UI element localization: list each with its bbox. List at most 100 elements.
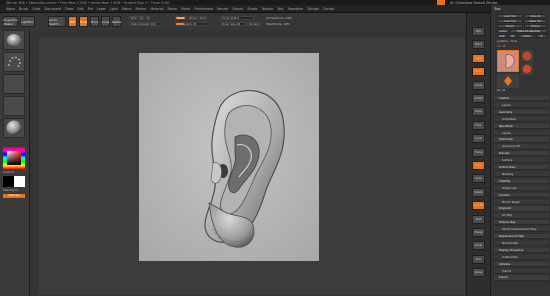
tool-thumb-ear[interactable] <box>497 50 519 72</box>
menu-item-brush[interactable]: Brush <box>19 7 28 11</box>
menu-item-render[interactable]: Render <box>217 7 228 11</box>
tray-menu-deformation[interactable]: Deformation <box>494 165 549 171</box>
tray-title[interactable]: Tool <box>494 7 501 11</box>
tray-menu-initialize[interactable]: Initialize <box>494 261 549 267</box>
save-as-button[interactable]: Save As <box>524 14 547 18</box>
lightbox-button[interactable]: LightBox <box>20 16 35 27</box>
menu-item-layer[interactable]: Layer <box>97 7 106 11</box>
menu-item-picker[interactable]: Picker <box>181 7 191 11</box>
tray-menu-geometry[interactable]: Geometry <box>494 109 549 116</box>
tool-thumb-sphere[interactable] <box>521 50 533 62</box>
right-tool-xpose[interactable]: Xpose <box>472 268 485 278</box>
tray-menu-geometry-hd[interactable]: Geometry HD <box>494 144 549 150</box>
paste-tool-button[interactable]: Paste Tool <box>524 19 547 23</box>
right-tool-zoom[interactable]: Zoom <box>472 67 485 77</box>
right-tool-transp[interactable]: Transp <box>472 228 485 237</box>
lightbox-tools-label[interactable]: Lightbox › Tools <box>497 40 517 43</box>
right-tool-rotate[interactable]: Rotate <box>472 187 485 197</box>
menu-item-preferences[interactable]: Preferences <box>194 7 213 11</box>
menu-item-movie[interactable]: Movie <box>167 7 176 11</box>
tool-thumb-simplebrush[interactable] <box>521 63 533 75</box>
m-toggle[interactable]: M <box>145 16 150 20</box>
switch-color-label[interactable]: SwitchColor <box>3 189 18 192</box>
menu-item-tool[interactable]: Tool <box>277 7 283 11</box>
material-picker[interactable] <box>3 118 25 138</box>
zsub-toggle[interactable]: Zsub <box>187 16 197 20</box>
right-tool-frame[interactable]: Frame <box>472 147 485 157</box>
edit-button[interactable]: Edit <box>68 16 77 27</box>
gradient-label[interactable]: Gradient <box>3 171 14 174</box>
move-button[interactable]: Move <box>90 16 99 27</box>
tray-menu-preview[interactable]: Preview <box>494 151 549 157</box>
menu-item-transform[interactable]: Transform <box>287 7 303 11</box>
tray-menu-polygroups[interactable]: Polygroups <box>494 185 549 191</box>
tray-menu-texture-map[interactable]: Texture Map <box>494 220 549 226</box>
all-button[interactable]: All <box>508 34 517 38</box>
right-tool-ghost[interactable]: Ghost <box>472 241 485 251</box>
tray-menu-layers[interactable]: Layers <box>494 102 549 109</box>
rotate-button[interactable]: Rotate <box>112 16 121 27</box>
right-tool-line-fill[interactable]: Line Fill <box>472 201 485 211</box>
menu-item-texture[interactable]: Texture <box>261 7 273 11</box>
menu-item-stroke[interactable]: Stroke <box>247 7 257 11</box>
brush-picker[interactable] <box>3 30 25 50</box>
color-picker[interactable] <box>3 147 25 169</box>
z-intensity-slider[interactable]: Z Intensity 25 <box>175 22 209 26</box>
tray-menu-nanomesh[interactable]: NanoMesh <box>494 123 549 129</box>
focal-shift-slider[interactable]: Focal Shift 0 <box>220 16 254 20</box>
menu-item-light[interactable]: Light <box>110 7 118 11</box>
draw-button[interactable]: Draw <box>79 16 88 27</box>
alpha-picker[interactable] <box>3 74 25 94</box>
right-tool-scale[interactable]: Scale <box>472 174 485 184</box>
tray-menu-masking[interactable]: Masking <box>494 171 549 178</box>
menu-item-alpha[interactable]: Alpha <box>6 7 15 11</box>
menu-item-material[interactable]: Material <box>151 7 164 11</box>
menu-item-macro[interactable]: Macro <box>122 7 132 11</box>
tray-menu-displacement-map[interactable]: Displacement Map <box>494 234 549 240</box>
visible-button[interactable]: Visible <box>518 34 535 38</box>
dynamic-toggle[interactable]: Dynamic <box>247 22 261 26</box>
menu-item-document[interactable]: Document <box>45 7 62 11</box>
tray-menu-visibility[interactable]: Visibility <box>494 178 549 185</box>
menu-item-stencil[interactable]: Stencil <box>233 7 244 11</box>
scale-button[interactable]: Scale <box>101 16 110 27</box>
right-tool-polyf[interactable]: PolyF <box>472 214 485 224</box>
goz-button[interactable]: GoZ <box>497 34 507 38</box>
right-tool-floor[interactable]: Floor <box>472 120 485 130</box>
tray-menu-uv-map[interactable]: UV Map <box>494 213 549 219</box>
right-tool-actual[interactable]: Actual <box>472 80 485 90</box>
tray-menu-layers[interactable]: Layers <box>494 130 549 136</box>
zcut-toggle[interactable]: Zcut <box>198 16 207 20</box>
right-tool-persp[interactable]: Persp <box>472 107 485 117</box>
stroke-picker[interactable] <box>3 52 25 72</box>
quick-sketch-button[interactable]: Quick Sketch <box>48 16 66 27</box>
copy-tool-button[interactable]: Copy Tool <box>497 19 523 23</box>
menu-item-draw[interactable]: Draw <box>65 7 73 11</box>
right-tool-solo[interactable]: Solo <box>472 254 485 264</box>
tray-menu-polypaint[interactable]: Polypaint <box>494 206 549 212</box>
menu-item-file[interactable]: File <box>88 7 93 11</box>
rgb-toggle[interactable]: Rgb <box>138 16 144 20</box>
tray-menu-morph-target[interactable]: Morph Target <box>494 199 549 205</box>
tray-menu-normal-map[interactable]: Normal Map <box>494 240 549 247</box>
menu-item-zscript[interactable]: Zscript <box>323 7 334 11</box>
mrgb-toggle[interactable]: Mrgb <box>129 16 137 20</box>
menu-item-edit[interactable]: Edit <box>77 7 83 11</box>
export-button[interactable]: Export <box>524 24 547 28</box>
draw-size-slider[interactable]: Draw Size 64 <box>220 22 246 26</box>
tray-menu-arraymesh[interactable]: ArrayMesh <box>494 116 549 122</box>
right-tool-scroll[interactable]: Scroll <box>472 53 485 63</box>
make-polymesh-button[interactable]: Make PolyMesh3D <box>510 29 547 33</box>
clone-button[interactable]: Clone <box>497 29 509 33</box>
menu-item-marker[interactable]: Marker <box>136 7 147 11</box>
texture-picker[interactable] <box>3 96 25 116</box>
sculpt-document[interactable] <box>139 53 319 261</box>
right-tool-aahalf[interactable]: AAHalf <box>472 94 485 103</box>
zadd-toggle[interactable]: Zadd <box>175 16 186 20</box>
tray-menu-display-properties[interactable]: Display Properties <box>494 247 549 254</box>
tray-menu-contact[interactable]: Contact <box>494 192 549 198</box>
import-button[interactable]: Import <box>497 24 523 28</box>
tray-menu-surface[interactable]: Surface <box>494 158 549 164</box>
right-tool-local[interactable]: Local <box>472 134 485 144</box>
tray-menu-fibermesh[interactable]: Fibermesh <box>494 137 549 143</box>
